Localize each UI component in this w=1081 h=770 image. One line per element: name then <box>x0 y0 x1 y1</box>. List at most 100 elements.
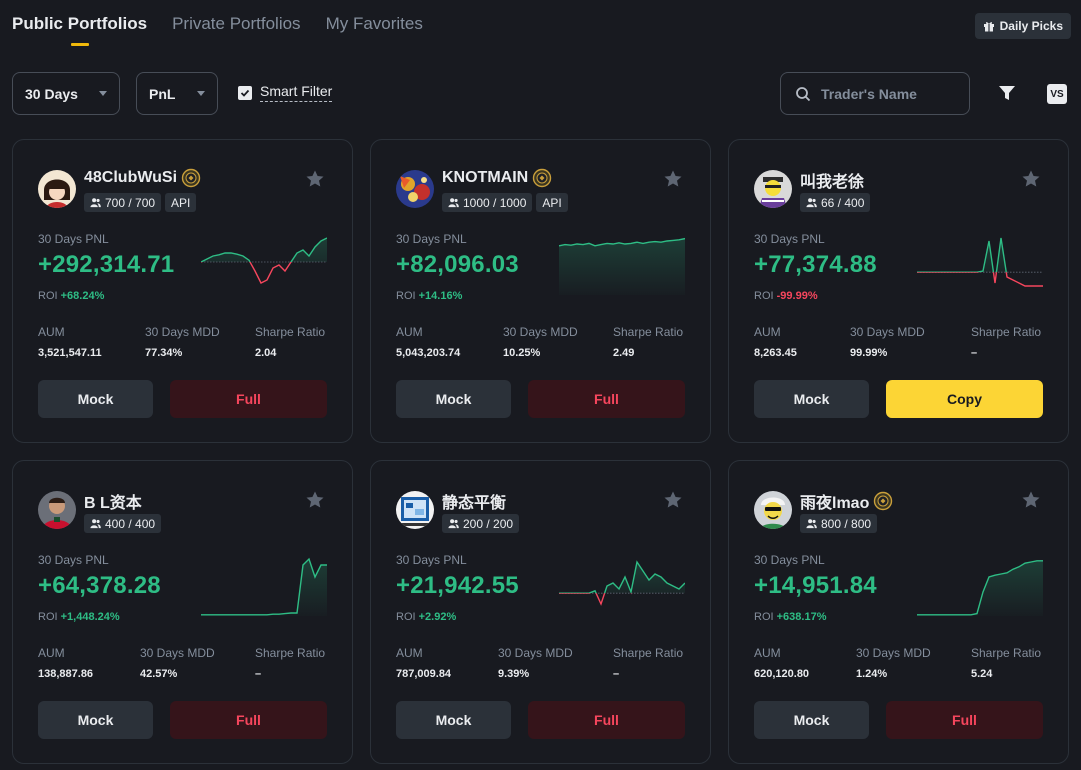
portfolio-card-4[interactable]: B L资本 400 / 400 30 Days PNL +64,378.28 R… <box>12 460 353 764</box>
full-button[interactable]: Full <box>528 380 685 418</box>
search-input[interactable] <box>821 85 951 102</box>
pnl-value: +64,378.28 <box>38 572 161 599</box>
trader-name-row: KNOTMAIN <box>442 168 552 188</box>
portfolio-card-6[interactable]: 雨夜lmao 800 / 800 30 Days PNL +14,951.84 … <box>728 460 1069 764</box>
aum-label: AUM <box>396 325 423 339</box>
chevron-down-icon <box>197 91 205 96</box>
sparkline-area <box>201 559 327 616</box>
mock-button[interactable]: Mock <box>396 380 511 418</box>
copiers-count: 400 / 400 <box>105 516 156 531</box>
avatar-image <box>38 170 76 208</box>
pnl-sparkline <box>559 560 685 606</box>
pnl-label: 30 Days PNL <box>754 553 825 567</box>
copiers-chip: 700 / 700 <box>84 193 162 212</box>
portfolio-card-3[interactable]: 叫我老徐 66 / 400 30 Days PNL +77,374.88 ROI… <box>728 139 1069 443</box>
copy-button[interactable]: Copy <box>886 380 1043 418</box>
roi: ROI +1,448.24% <box>38 611 120 623</box>
avatar-image <box>754 491 792 529</box>
favorite-star-icon[interactable] <box>305 169 325 189</box>
stats: AUM 620,120.80 30 Days MDD 1.24% Sharpe … <box>754 646 1044 686</box>
daily-picks-button[interactable]: Daily Picks <box>974 13 1071 39</box>
users-icon <box>90 198 101 208</box>
trader-name[interactable]: 48ClubWuSi <box>84 169 177 187</box>
roi-label: ROI <box>38 290 58 302</box>
portfolio-card-5[interactable]: 静态平衡 200 / 200 30 Days PNL +21,942.55 RO… <box>370 460 711 764</box>
mock-button[interactable]: Mock <box>38 701 153 739</box>
users-icon <box>806 198 817 208</box>
tab-my-favorites[interactable]: My Favorites <box>326 14 423 46</box>
aum-label: AUM <box>38 325 65 339</box>
filter-icon[interactable] <box>998 84 1016 102</box>
sharpe-label: Sharpe Ratio <box>613 646 684 660</box>
smart-filter-toggle[interactable]: Smart Filter <box>238 83 333 102</box>
aum-stat: AUM 8,263.45 <box>754 325 797 359</box>
roi-value: -99.99% <box>776 290 818 302</box>
period-select[interactable]: 30 Days <box>12 72 120 115</box>
trader-name[interactable]: KNOTMAIN <box>442 169 528 187</box>
mdd-stat: 30 Days MDD 99.99% <box>850 325 925 359</box>
roi: ROI +68.24% <box>38 290 104 302</box>
avatar <box>754 491 792 529</box>
pnl-sparkline <box>201 237 327 284</box>
aum-value: 787,009.84 <box>396 668 452 680</box>
aum-value: 620,120.80 <box>754 668 810 680</box>
sharpe-label: Sharpe Ratio <box>255 646 326 660</box>
mdd-stat: 30 Days MDD 10.25% <box>503 325 578 359</box>
trader-name[interactable]: B L资本 <box>84 489 142 513</box>
full-button[interactable]: Full <box>886 701 1043 739</box>
full-button[interactable]: Full <box>170 701 327 739</box>
smart-filter-checkbox[interactable] <box>238 85 252 100</box>
mock-button[interactable]: Mock <box>396 701 511 739</box>
sharpe-value: – <box>613 668 620 680</box>
copiers-chip: 200 / 200 <box>442 514 520 533</box>
favorite-star-icon[interactable] <box>1021 490 1041 510</box>
sort-value: PnL <box>149 85 176 102</box>
portfolio-card-1[interactable]: 48ClubWuSi 700 / 700 API 30 Days PNL +29… <box>12 139 353 443</box>
mdd-value: 1.24% <box>856 668 888 680</box>
roi-value: +68.24% <box>60 290 105 302</box>
lead-trader-badge-icon <box>874 491 893 511</box>
trader-name[interactable]: 静态平衡 <box>442 489 506 513</box>
compare-vs-button[interactable]: VS <box>1047 84 1067 104</box>
pnl-label: 30 Days PNL <box>396 232 467 246</box>
mdd-label: 30 Days MDD <box>140 646 215 660</box>
sparkline-up-line <box>917 237 1007 273</box>
favorite-star-icon[interactable] <box>663 490 683 510</box>
favorite-star-icon[interactable] <box>305 490 325 510</box>
mock-button[interactable]: Mock <box>38 380 153 418</box>
full-button[interactable]: Full <box>528 701 685 739</box>
api-chip: API <box>165 193 197 212</box>
avatar <box>38 491 76 529</box>
copiers-count: 200 / 200 <box>463 516 514 531</box>
mdd-label: 30 Days MDD <box>498 646 573 660</box>
users-icon <box>90 519 101 529</box>
pnl-value: +77,374.88 <box>754 251 877 278</box>
tab-private-portfolios[interactable]: Private Portfolios <box>172 14 301 46</box>
tab-public-portfolios[interactable]: Public Portfolios <box>12 14 147 46</box>
pnl-value: +292,314.71 <box>38 251 175 278</box>
roi-label: ROI <box>754 611 774 623</box>
mock-button[interactable]: Mock <box>754 380 869 418</box>
full-button[interactable]: Full <box>170 380 327 418</box>
chips: 400 / 400 <box>84 514 162 533</box>
sharpe-label: Sharpe Ratio <box>971 325 1042 339</box>
aum-value: 3,521,547.11 <box>38 347 102 359</box>
users-icon <box>448 519 459 529</box>
pnl-sparkline <box>201 557 327 616</box>
sparkline-area <box>917 560 1043 616</box>
mdd-label: 30 Days MDD <box>145 325 220 339</box>
sharpe-value: 2.04 <box>255 347 277 359</box>
favorite-star-icon[interactable] <box>1021 169 1041 189</box>
mdd-value: 42.57% <box>140 668 178 680</box>
sort-select[interactable]: PnL <box>136 72 218 115</box>
trader-search[interactable] <box>780 72 970 115</box>
trader-name[interactable]: 雨夜lmao <box>800 489 869 513</box>
sparkline-up-line <box>559 560 685 594</box>
chips: 700 / 700 API <box>84 193 197 212</box>
portfolio-card-2[interactable]: KNOTMAIN 1000 / 1000 API 30 Days PNL +82… <box>370 139 711 443</box>
mock-button[interactable]: Mock <box>754 701 869 739</box>
roi-value: +2.92% <box>418 611 457 623</box>
aum-value: 138,887.86 <box>38 668 94 680</box>
trader-name[interactable]: 叫我老徐 <box>800 168 864 192</box>
favorite-star-icon[interactable] <box>663 169 683 189</box>
